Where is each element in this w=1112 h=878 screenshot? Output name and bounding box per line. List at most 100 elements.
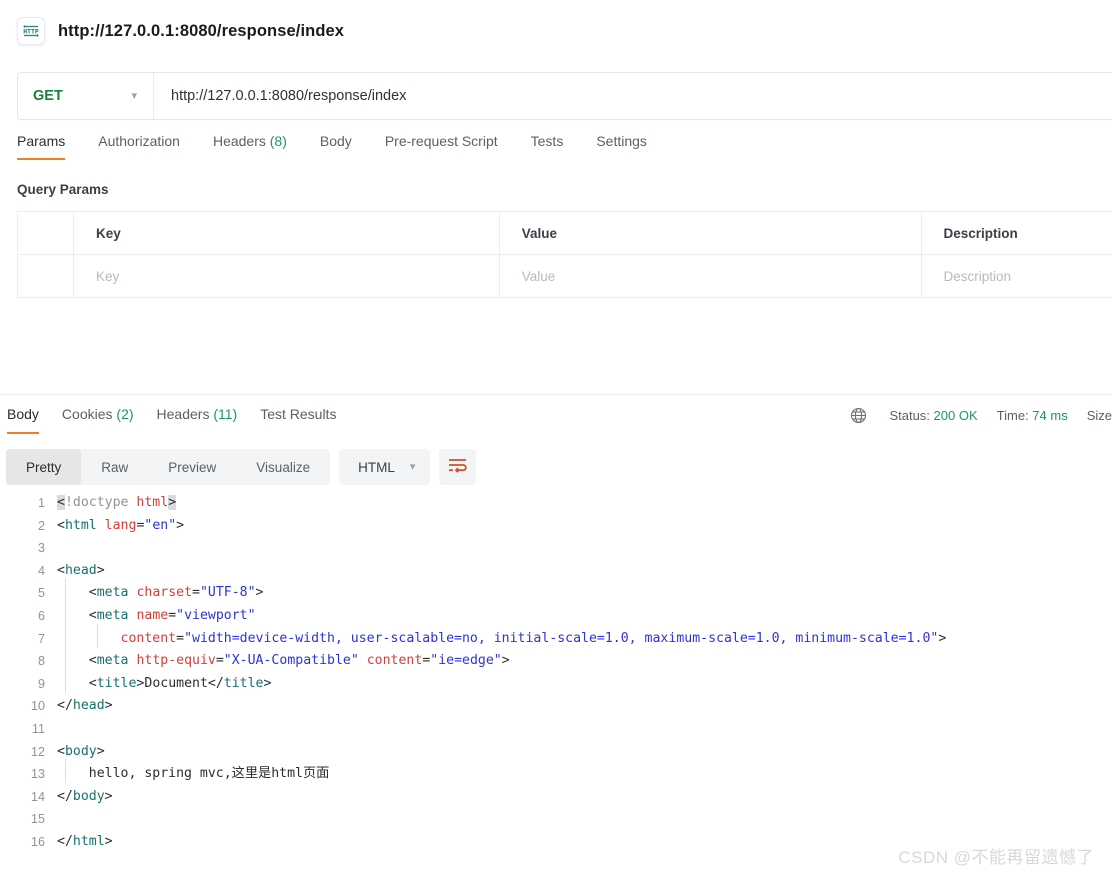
tab-params[interactable]: Params (17, 133, 66, 160)
code-token: head (72, 698, 105, 714)
param-description-input[interactable]: Description (921, 255, 1112, 298)
code-token: </ (207, 675, 224, 691)
table-header-row: Key Value Description (17, 211, 1112, 255)
response-tab-test-results[interactable]: Test Results (260, 406, 336, 434)
code-token: html (72, 833, 105, 849)
response-tab-cookies[interactable]: Cookies (2) (62, 406, 134, 434)
size-badge[interactable]: Size (1087, 408, 1112, 423)
url-input[interactable]: http://127.0.0.1:8080/response/index (154, 73, 1112, 119)
response-tab-headers[interactable]: Headers (11) (157, 406, 238, 434)
response-format-toolbar: Pretty Raw Preview Visualize HTML ▾ (6, 449, 477, 485)
code-line: 11 (0, 718, 1112, 741)
tab-body[interactable]: Body (320, 133, 352, 160)
code-token: < (88, 675, 97, 691)
code-token: < (88, 653, 97, 669)
code-token: "X-UA-Compatible" (223, 653, 359, 669)
word-wrap-button[interactable] (439, 449, 477, 485)
tab-body-label: Body (319, 133, 352, 149)
size-label: Size (1086, 408, 1112, 423)
tab-authorization-label: Authorization (98, 133, 180, 149)
code-line: 1 <!doctype html> (0, 492, 1112, 515)
code-line: 15 (0, 808, 1112, 831)
code-token: "viewport" (176, 607, 256, 623)
section-divider (0, 394, 1112, 395)
code-token: http-equiv (136, 653, 216, 669)
code-line-content: <meta charset="UTF-8"> (57, 578, 1112, 605)
code-token: name (136, 607, 169, 623)
code-token: title (96, 675, 137, 691)
response-tab-body[interactable]: Body (7, 406, 39, 434)
param-value-input[interactable]: Value (499, 254, 922, 298)
response-tab-cookies-count: (2) (116, 406, 134, 422)
chevron-down-icon: ▾ (409, 460, 416, 473)
time-label: Time: (996, 408, 1029, 423)
code-token: > (96, 743, 105, 759)
tab-headers[interactable]: Headers (8) (213, 133, 287, 160)
code-line: 14 </body> (0, 786, 1112, 809)
line-number: 15 (30, 812, 45, 827)
line-number: 12 (30, 744, 45, 759)
response-tab-cookies-label: Cookies (61, 406, 113, 422)
http-method-select[interactable]: GET ▾ (18, 73, 154, 119)
code-line-content: <html lang="en"> (57, 515, 1112, 538)
status-label: Status: (889, 408, 930, 423)
query-params-table: Key Value Description Key Value Descript… (17, 211, 1112, 298)
code-line-content: <body> (57, 741, 1112, 764)
code-token: > (104, 833, 113, 849)
row-checkbox-cell[interactable] (17, 254, 74, 298)
code-token: < (57, 743, 65, 759)
chevron-down-icon: ▾ (131, 89, 137, 102)
url-bar: GET ▾ http://127.0.0.1:8080/response/ind… (17, 72, 1112, 120)
format-tab-preview[interactable]: Preview (148, 449, 236, 485)
response-body-code[interactable]: 1 <!doctype html> 2 <html lang="en"> 3 4… (0, 492, 1112, 878)
table-row: Key Value Description (17, 254, 1112, 298)
column-header-value: Value (499, 211, 922, 255)
format-tab-visualize[interactable]: Visualize (236, 449, 330, 485)
language-label: HTML (358, 459, 395, 475)
time-value: 74 ms (1032, 408, 1068, 423)
param-key-input[interactable]: Key (73, 254, 500, 298)
code-token: "en" (144, 517, 177, 533)
code-token: = (215, 653, 224, 669)
tab-params-label: Params (17, 133, 66, 149)
code-token: = (192, 585, 200, 601)
code-token: content (366, 653, 423, 669)
code-token: html (64, 517, 97, 533)
code-token: body (64, 743, 97, 759)
code-line-content: <meta name="viewport" (57, 601, 1112, 628)
code-token: </ (57, 833, 73, 849)
select-all-column (17, 211, 74, 255)
format-tab-raw[interactable]: Raw (81, 449, 148, 485)
code-token: = (168, 607, 177, 623)
code-token: > (255, 585, 264, 601)
code-token: hello, spring mvc,这里是html页面 (88, 766, 330, 782)
format-tab-group: Pretty Raw Preview Visualize (6, 449, 331, 485)
line-number: 13 (30, 767, 45, 782)
response-meta: Status: 200 OK Time: 74 ms Size (850, 407, 1112, 424)
line-number: 11 (31, 721, 45, 736)
language-select[interactable]: HTML ▾ (339, 449, 431, 485)
time-badge[interactable]: Time: 74 ms (997, 408, 1068, 423)
code-token: > (168, 495, 177, 510)
format-tab-pretty[interactable]: Pretty (6, 449, 82, 485)
code-token: > (104, 698, 113, 714)
tab-settings[interactable]: Settings (596, 133, 647, 160)
code-line-content: <!doctype html> (57, 492, 1112, 515)
globe-icon[interactable] (850, 407, 867, 424)
code-token: > (96, 562, 105, 578)
tab-tests[interactable]: Tests (531, 133, 564, 160)
line-number: 7 (37, 631, 45, 646)
code-token: html (136, 495, 169, 510)
status-badge[interactable]: Status: 200 OK (889, 408, 977, 423)
code-token: Document (144, 675, 208, 691)
query-params-heading: Query Params (17, 182, 109, 197)
code-token: head (64, 562, 97, 578)
tab-authorization[interactable]: Authorization (98, 133, 180, 160)
code-token: < (88, 585, 97, 601)
code-line-content: </body> (57, 786, 1112, 809)
tab-pre-request-script[interactable]: Pre-request Script (385, 133, 498, 160)
